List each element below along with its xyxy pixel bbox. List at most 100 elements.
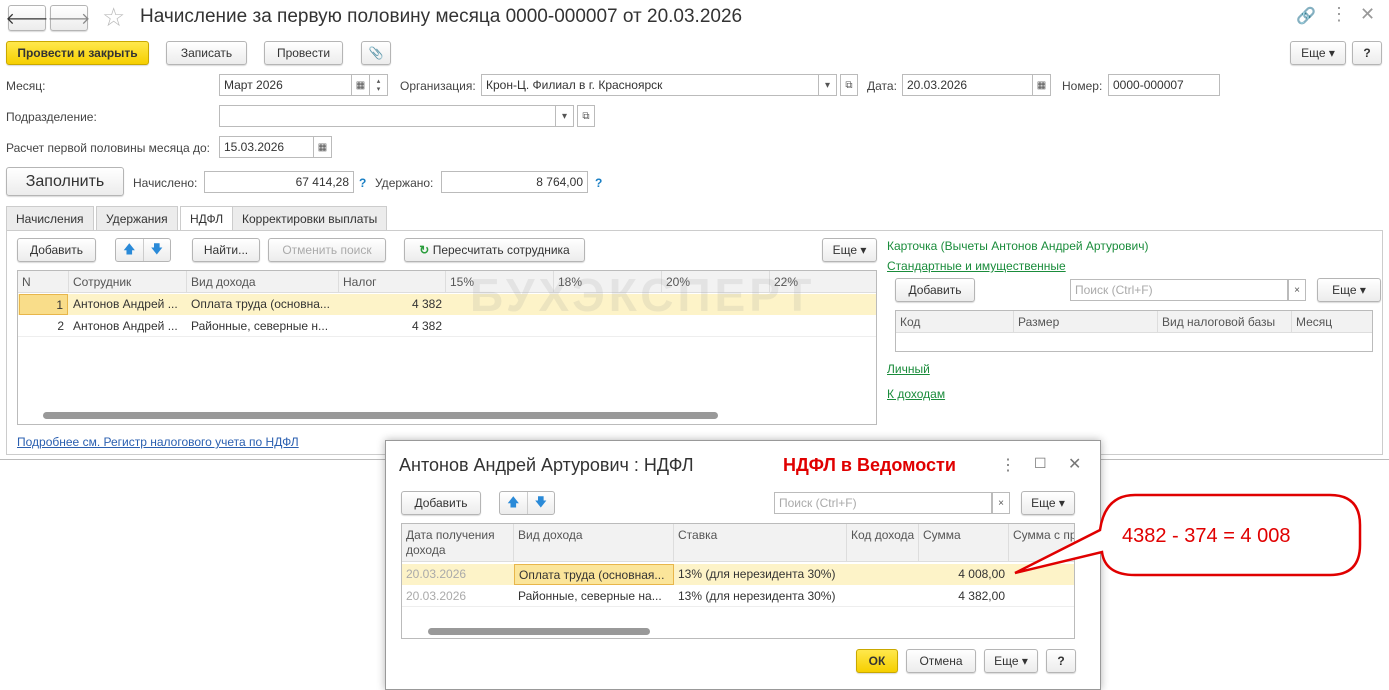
- table-row[interactable]: 20.03.2026 Районные, северные на... 13% …: [402, 586, 1074, 607]
- card-search-input[interactable]: Поиск (Ctrl+F): [1070, 279, 1288, 301]
- dropdown-icon[interactable]: ▾: [556, 105, 574, 127]
- tab-payment-corrections[interactable]: Корректировки выплаты: [232, 206, 388, 231]
- open-icon[interactable]: ⧉: [577, 105, 595, 127]
- more-button[interactable]: Еще ▾: [1290, 41, 1346, 65]
- dialog-table: Дата получения дохода Вид дохода Ставка …: [401, 523, 1075, 639]
- withheld-hint[interactable]: ?: [595, 176, 602, 190]
- row-income: Оплата труда (основная...: [514, 564, 674, 585]
- fill-button[interactable]: Заполнить: [6, 167, 124, 196]
- row-rate: 13% (для нерезидента 30%): [678, 589, 836, 603]
- menu-icon[interactable]: ⋮: [1000, 455, 1016, 475]
- month-spinner[interactable]: ▴ ▾: [370, 74, 388, 96]
- forward-button[interactable]: 🡒: [48, 5, 90, 31]
- help-button[interactable]: ?: [1352, 41, 1382, 65]
- calc-date-input[interactable]: 15.03.2026: [219, 136, 314, 158]
- calendar-icon[interactable]: ▦: [352, 74, 370, 96]
- standard-link[interactable]: Стандартные и имущественные: [887, 259, 1066, 273]
- row-code: [847, 586, 919, 607]
- row-rate: 13% (для нерезидента 30%): [678, 567, 836, 581]
- recalc-label: Пересчитать сотрудника: [432, 243, 570, 257]
- income-link[interactable]: К доходам: [887, 387, 945, 401]
- personal-link[interactable]: Личный: [887, 362, 930, 376]
- col-date[interactable]: Дата получения дохода: [402, 524, 514, 562]
- org-input[interactable]: Крон-Ц. Филиал в г. Красноярск: [481, 74, 819, 96]
- horizontal-scrollbar[interactable]: [43, 412, 718, 419]
- save-button[interactable]: Записать: [166, 41, 247, 65]
- arrow-up-icon[interactable]: 🡅: [500, 492, 528, 514]
- arrow-up-icon[interactable]: 🡅: [116, 239, 144, 261]
- tab-ndfl[interactable]: НДФЛ: [180, 206, 234, 231]
- horizontal-scrollbar[interactable]: [428, 628, 650, 635]
- menu-icon[interactable]: ⋮: [1330, 4, 1348, 25]
- accrued-value: 67 414,28: [204, 171, 354, 193]
- link-icon[interactable]: 🔗: [1296, 6, 1316, 26]
- col-tax-base[interactable]: Вид налоговой базы: [1158, 311, 1292, 333]
- post-and-close-button[interactable]: Провести и закрыть: [6, 41, 149, 65]
- more-label: Еще: [832, 243, 858, 257]
- col-code[interactable]: Код дохода: [847, 524, 919, 562]
- date-input[interactable]: 20.03.2026: [902, 74, 1033, 96]
- paperclip-icon: 📎: [368, 46, 384, 60]
- back-button[interactable]: 🡐: [5, 5, 49, 31]
- col-month[interactable]: Месяц: [1292, 311, 1372, 333]
- col-rate[interactable]: Ставка: [674, 524, 847, 562]
- number-label: Номер:: [1062, 79, 1103, 93]
- add-button[interactable]: Добавить: [17, 238, 96, 262]
- favorite-star-icon[interactable]: ☆: [102, 2, 125, 33]
- recalc-button[interactable]: ↻ Пересчитать сотрудника: [404, 238, 585, 262]
- close-icon[interactable]: ✕: [1068, 454, 1081, 474]
- open-icon[interactable]: ⧉: [840, 74, 858, 96]
- watermark: БУХЭКСПЕРТ: [470, 269, 816, 321]
- post-button[interactable]: Провести: [264, 41, 343, 65]
- row-code: [847, 564, 919, 585]
- clear-icon[interactable]: ×: [1288, 279, 1306, 301]
- move-buttons[interactable]: 🡅 🡇: [115, 238, 171, 262]
- calendar-icon[interactable]: ▦: [314, 136, 332, 158]
- col-employee[interactable]: Сотрудник: [69, 271, 187, 293]
- find-button[interactable]: Найти...: [192, 238, 260, 262]
- tab-accruals[interactable]: Начисления: [6, 206, 94, 231]
- row-sum: 4 382,00: [958, 589, 1005, 603]
- withheld-value: 8 764,00: [441, 171, 588, 193]
- more-label: Еще: [1301, 46, 1326, 60]
- tab-deductions[interactable]: Удержания: [96, 206, 178, 231]
- accrued-hint[interactable]: ?: [359, 176, 366, 190]
- dept-input[interactable]: [219, 105, 556, 127]
- help-button[interactable]: ?: [1046, 649, 1076, 673]
- refresh-icon: ↻: [419, 243, 430, 257]
- cancel-button[interactable]: Отмена: [906, 649, 976, 673]
- dialog-search-input[interactable]: Поиск (Ctrl+F): [774, 492, 992, 514]
- maximize-icon[interactable]: ☐: [1034, 455, 1047, 472]
- card-more-button[interactable]: Еще ▾: [1317, 278, 1381, 302]
- col-income[interactable]: Вид дохода: [187, 271, 339, 293]
- arrow-left-icon: 🡐: [5, 10, 49, 28]
- col-sum[interactable]: Сумма: [919, 524, 1009, 562]
- dialog-add-button[interactable]: Добавить: [401, 491, 481, 515]
- date-label: Дата:: [867, 79, 897, 93]
- close-icon[interactable]: ✕: [1360, 4, 1375, 25]
- month-input[interactable]: Март 2026: [219, 74, 352, 96]
- ok-button[interactable]: ОК: [856, 649, 898, 673]
- card-add-button[interactable]: Добавить: [895, 278, 975, 302]
- deductions-table: Код Размер Вид налоговой базы Месяц: [895, 310, 1373, 352]
- more-button[interactable]: Еще ▾: [822, 238, 877, 262]
- col-code[interactable]: Код: [896, 311, 1014, 333]
- dialog-title: Антонов Андрей Артурович : НДФЛ: [399, 455, 694, 475]
- dropdown-icon[interactable]: ▾: [819, 74, 837, 96]
- calendar-icon[interactable]: ▦: [1033, 74, 1051, 96]
- col-size[interactable]: Размер: [1014, 311, 1158, 333]
- row-n: 1: [19, 294, 68, 315]
- register-link[interactable]: Подробнее см. Регистр налогового учета п…: [17, 435, 299, 449]
- number-input[interactable]: 0000-000007: [1108, 74, 1220, 96]
- move-buttons[interactable]: 🡅 🡇: [499, 491, 555, 515]
- arrow-down-icon[interactable]: 🡇: [528, 492, 555, 514]
- row-tax: 4 382: [411, 319, 442, 333]
- col-tax[interactable]: Налог: [339, 271, 446, 293]
- attach-button[interactable]: 📎: [361, 41, 391, 65]
- col-income[interactable]: Вид дохода: [514, 524, 674, 562]
- dept-label: Подразделение:: [6, 110, 97, 124]
- arrow-down-icon[interactable]: 🡇: [144, 239, 171, 261]
- dialog-more-button[interactable]: Еще ▾: [984, 649, 1038, 673]
- table-row[interactable]: 20.03.2026 Оплата труда (основная... 13%…: [402, 564, 1074, 585]
- col-n[interactable]: N: [18, 271, 69, 293]
